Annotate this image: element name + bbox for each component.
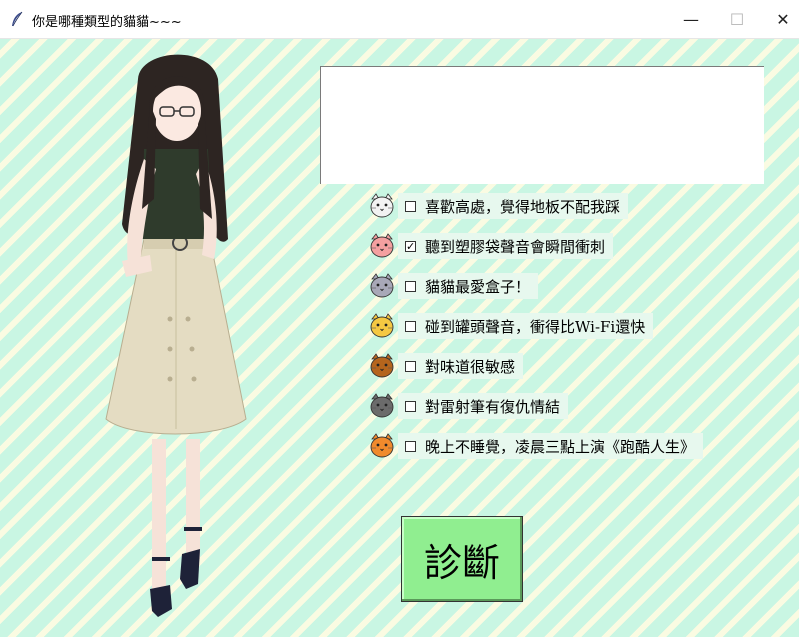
trait-label: 晚上不睡覺，凌晨三點上演《跑酷人生》: [425, 437, 696, 456]
trait-option[interactable]: 貓貓最愛盒子！: [368, 273, 539, 299]
minimize-button[interactable]: —: [668, 0, 714, 38]
checkbox-row[interactable]: 貓貓最愛盒子！: [398, 273, 539, 299]
window-title-bar: 你是哪種類型的貓貓~~~ — ☐ ✕: [0, 0, 799, 39]
trait-checkbox[interactable]: [405, 320, 416, 332]
gray-cat-icon: [370, 273, 394, 298]
trait-option[interactable]: 碰到罐頭聲音，衝得比Wi-Fi還快: [368, 313, 654, 339]
trait-label: 貓貓最愛盒子！: [425, 277, 531, 296]
trait-option[interactable]: ✓ 聽到塑膠袋聲音會瞬間衝刺: [368, 233, 614, 259]
trait-option[interactable]: 對雷射筆有復仇情結: [368, 393, 569, 419]
dark-gray-cat-icon: [370, 393, 394, 418]
diagnose-button[interactable]: 診斷: [401, 516, 523, 602]
checkbox-row[interactable]: 晚上不睡覺，凌晨三點上演《跑酷人生》: [398, 433, 704, 459]
orange-tabby-cat-icon: [370, 433, 394, 458]
trait-label: 對味道很敏感: [425, 357, 516, 376]
trait-checkbox[interactable]: [405, 400, 416, 412]
checkbox-row[interactable]: 對味道很敏感: [398, 353, 524, 379]
window-title: 你是哪種類型的貓貓~~~: [32, 15, 182, 30]
trait-checkbox[interactable]: [405, 280, 416, 292]
feather-icon: [12, 11, 23, 27]
checkbox-row[interactable]: ✓ 聽到塑膠袋聲音會瞬間衝刺: [398, 233, 614, 259]
window-client-area: 喜歡高處，覺得地板不配我踩 ✓ 聽到塑膠袋聲音會瞬間衝刺 貓貓最愛盒子！ 碰到罐…: [0, 39, 799, 637]
pink-cat-icon: [370, 233, 394, 258]
trait-checkbox[interactable]: ✓: [405, 240, 416, 252]
yellow-cat-icon: [370, 313, 394, 338]
trait-checkbox[interactable]: [405, 200, 416, 212]
checkbox-row[interactable]: 喜歡高處，覺得地板不配我踩: [398, 193, 629, 219]
white-cat-icon: [370, 193, 394, 218]
checkbox-row[interactable]: 對雷射筆有復仇情結: [398, 393, 569, 419]
trait-checkbox[interactable]: [405, 440, 416, 452]
trait-label: 喜歡高處，覺得地板不配我踩: [425, 197, 621, 216]
trait-option[interactable]: 晚上不睡覺，凌晨三點上演《跑酷人生》: [368, 433, 704, 459]
trait-option[interactable]: 對味道很敏感: [368, 353, 524, 379]
trait-label: 對雷射筆有復仇情結: [425, 397, 561, 416]
close-button[interactable]: ✕: [760, 0, 799, 38]
character-illustration: [105, 54, 247, 617]
trait-label: 聽到塑膠袋聲音會瞬間衝刺: [425, 237, 606, 256]
trait-option[interactable]: 喜歡高處，覺得地板不配我踩: [368, 193, 629, 219]
trait-label: 碰到罐頭聲音，衝得比Wi-Fi還快: [425, 317, 646, 336]
maximize-button[interactable]: ☐: [714, 0, 760, 38]
checkbox-row[interactable]: 碰到罐頭聲音，衝得比Wi-Fi還快: [398, 313, 654, 339]
trait-checkbox[interactable]: [405, 360, 416, 372]
result-text-box[interactable]: [320, 66, 764, 184]
brown-cat-icon: [370, 353, 394, 378]
